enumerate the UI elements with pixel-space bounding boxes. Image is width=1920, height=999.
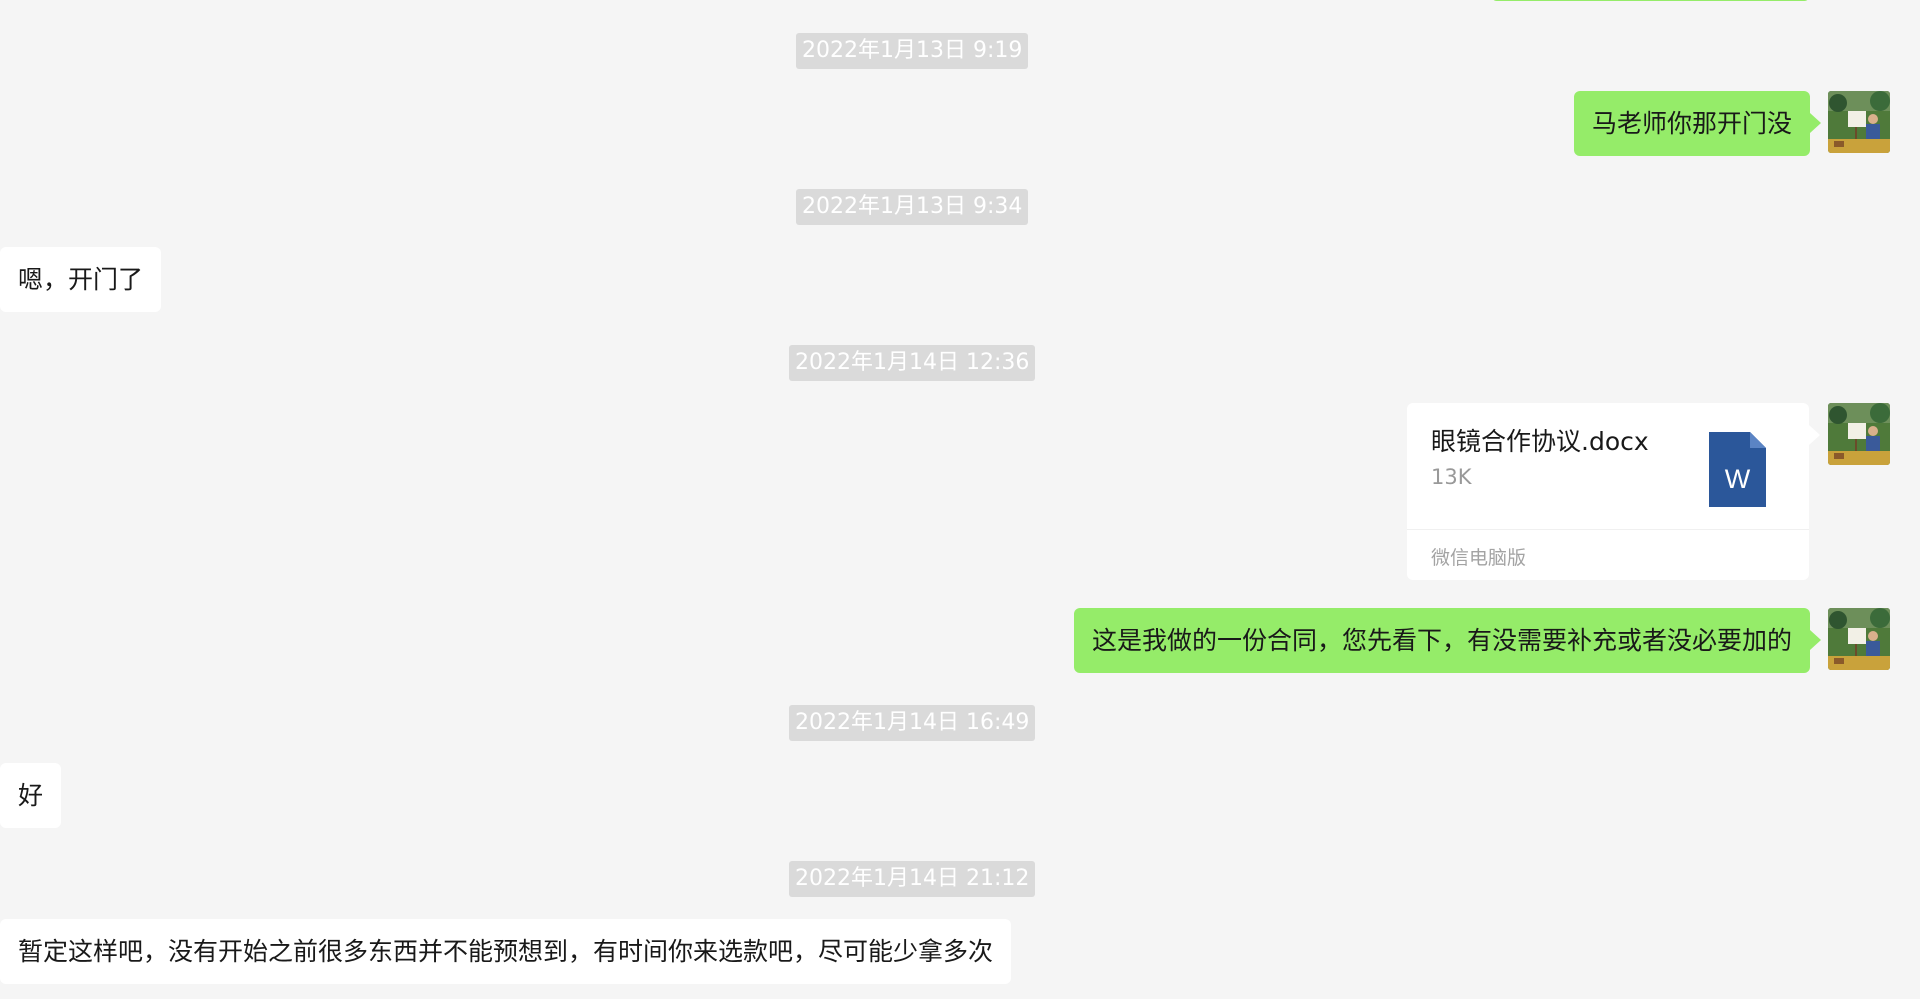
avatar-painting-image [1828,608,1890,670]
word-icon-letter: W [1725,464,1751,494]
avatar-painting-image [1828,91,1890,153]
file-card-divider [1407,529,1809,530]
previous-message-bubble-edge [1492,0,1809,1]
message-timestamp: 2022年1月14日 21:12 [789,861,1036,897]
message-timestamp: 2022年1月13日 9:19 [796,33,1029,69]
user-avatar[interactable] [1828,91,1890,153]
chat-message-area[interactable]: 2022年1月13日 9:19 马老师你那开门没 2022年1月13日 9:34… [0,0,1920,999]
user-avatar[interactable] [1828,608,1890,670]
incoming-message-bubble[interactable]: 嗯，开门了 [0,247,162,312]
message-timestamp: 2022年1月14日 12:36 [789,345,1036,381]
avatar-painting-image [1828,403,1890,465]
file-size: 13K [1431,465,1472,489]
message-timestamp: 2022年1月14日 16:49 [789,705,1036,741]
message-timestamp: 2022年1月13日 9:34 [796,189,1029,225]
file-message-card[interactable]: 眼镜合作协议.docx 13K W 微信电脑版 [1407,403,1820,580]
user-avatar[interactable] [1828,403,1890,465]
file-source-label: 微信电脑版 [1431,547,1527,569]
file-name: 眼镜合作协议.docx [1431,427,1649,456]
outgoing-message-bubble[interactable]: 这是我做的一份合同，您先看下，有没需要补充或者没必要加的 [1073,608,1822,673]
incoming-message-bubble[interactable]: 好 [0,763,62,828]
word-doc-icon: W [1709,432,1766,507]
incoming-message-bubble[interactable]: 暂定这样吧，没有开始之前很多东西并不能预想到，有时间你来选款吧，尽可能少拿多次 [0,919,1012,984]
outgoing-message-bubble[interactable]: 马老师你那开门没 [1573,91,1822,156]
